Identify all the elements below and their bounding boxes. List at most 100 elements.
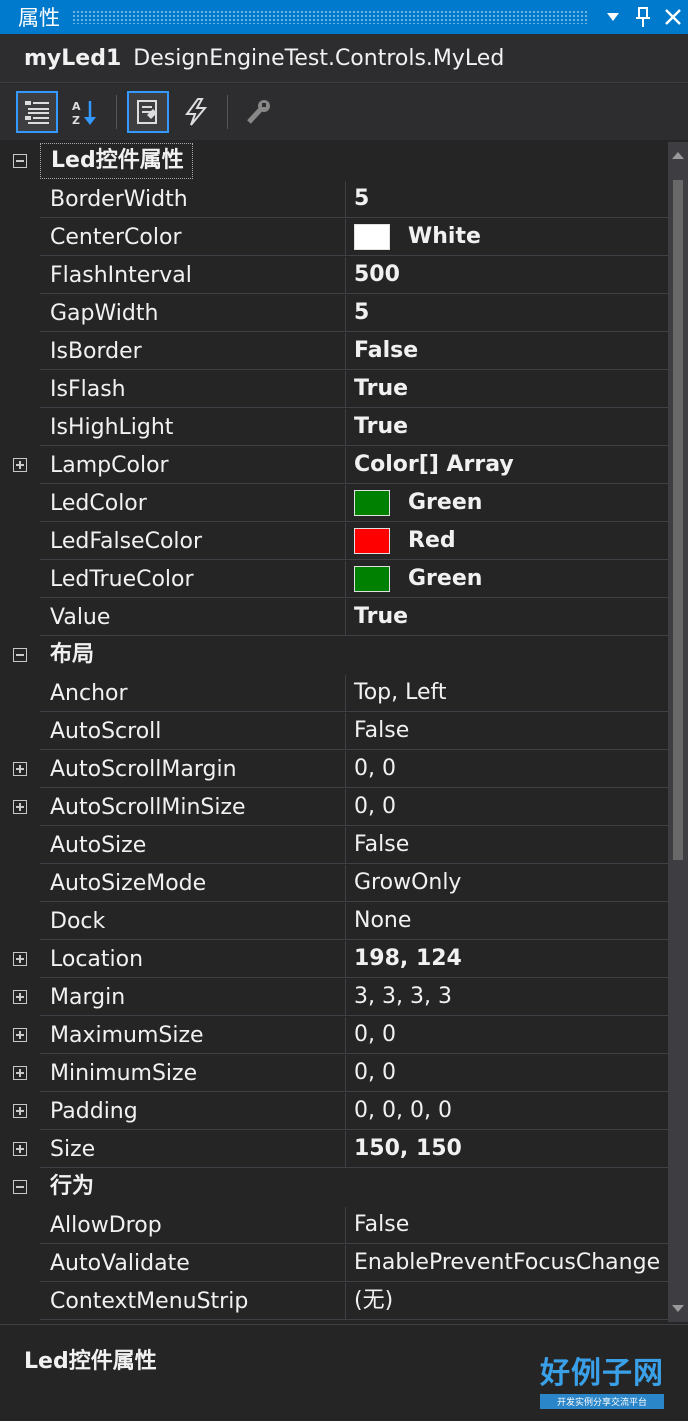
expand-icon[interactable] [13, 1028, 27, 1042]
scroll-up-icon[interactable] [672, 152, 684, 159]
scroll-thumb[interactable] [673, 180, 683, 860]
property-value[interactable]: False [346, 827, 668, 864]
property-value[interactable]: True [346, 409, 668, 446]
property-row[interactable]: LedTrueColor Green [0, 560, 668, 598]
alphabetical-button[interactable]: A Z [64, 91, 106, 133]
property-row[interactable]: Value True [0, 598, 668, 636]
property-row[interactable]: Padding 0, 0, 0, 0 [0, 1092, 668, 1130]
property-row[interactable]: LedColor Green [0, 484, 668, 522]
property-name[interactable]: Padding [40, 1092, 346, 1130]
expand-icon[interactable] [13, 1066, 27, 1080]
property-row[interactable]: IsFlash True [0, 370, 668, 408]
property-value[interactable]: Color[] Array [346, 447, 668, 484]
property-row[interactable]: AutoScroll False [0, 712, 668, 750]
property-value[interactable]: (无) [346, 1283, 668, 1320]
property-value[interactable]: 5 [346, 181, 668, 218]
property-value[interactable]: 0, 0, 0, 0 [346, 1093, 668, 1130]
property-name[interactable]: LedFalseColor [40, 522, 346, 560]
vertical-scrollbar[interactable] [668, 142, 688, 1322]
property-value[interactable]: 3, 3, 3, 3 [346, 979, 668, 1016]
property-value[interactable]: None [346, 903, 668, 940]
property-name[interactable]: MaximumSize [40, 1016, 346, 1054]
property-name[interactable]: IsBorder [40, 332, 346, 370]
property-value[interactable]: Green [346, 485, 668, 522]
property-row[interactable]: AutoSizeMode GrowOnly [0, 864, 668, 902]
property-row[interactable]: Anchor Top, Left [0, 674, 668, 712]
property-value[interactable]: False [346, 713, 668, 750]
property-name[interactable]: Dock [40, 902, 346, 940]
panel-title-bar[interactable]: 属性 [0, 0, 688, 34]
property-name[interactable]: Size [40, 1130, 346, 1168]
property-name[interactable]: AutoSize [40, 826, 346, 864]
triangle-down-icon[interactable] [598, 0, 628, 34]
property-value[interactable]: False [346, 1207, 668, 1244]
events-button[interactable] [175, 91, 217, 133]
property-name[interactable]: LedColor [40, 484, 346, 522]
property-name[interactable]: CenterColor [40, 218, 346, 256]
expand-icon[interactable] [13, 458, 27, 472]
property-row[interactable]: GapWidth 5 [0, 294, 668, 332]
category-row[interactable]: Led控件属性 [0, 142, 668, 180]
property-row[interactable]: AutoScrollMinSize 0, 0 [0, 788, 668, 826]
expand-icon[interactable] [13, 800, 27, 814]
property-row[interactable]: AutoSize False [0, 826, 668, 864]
property-pages-button[interactable] [238, 91, 280, 133]
property-row[interactable]: LampColor Color[] Array [0, 446, 668, 484]
property-value[interactable]: False [346, 333, 668, 370]
property-row[interactable]: Margin 3, 3, 3, 3 [0, 978, 668, 1016]
property-name[interactable]: Anchor [40, 674, 346, 712]
properties-button[interactable] [127, 91, 169, 133]
categorized-button[interactable] [16, 91, 58, 133]
property-name[interactable]: AutoScrollMinSize [40, 788, 346, 826]
property-name[interactable]: IsHighLight [40, 408, 346, 446]
object-selector[interactable]: myLed1 DesignEngineTest.Controls.MyLed [0, 34, 688, 83]
collapse-icon[interactable] [13, 648, 27, 662]
property-value[interactable]: 198, 124 [346, 941, 668, 978]
property-value[interactable]: 0, 0 [346, 1017, 668, 1054]
property-row[interactable]: Dock None [0, 902, 668, 940]
scroll-down-icon[interactable] [672, 1305, 684, 1312]
property-row[interactable]: AutoScrollMargin 0, 0 [0, 750, 668, 788]
property-row[interactable]: BorderWidth 5 [0, 180, 668, 218]
property-row[interactable]: ContextMenuStrip (无) [0, 1282, 668, 1320]
property-name[interactable]: FlashInterval [40, 256, 346, 294]
pin-icon[interactable] [628, 0, 658, 34]
property-name[interactable]: Location [40, 940, 346, 978]
property-grid[interactable]: Led控件属性 BorderWidth 5 CenterColor White Flash… [0, 142, 668, 1322]
property-row[interactable]: LedFalseColor Red [0, 522, 668, 560]
property-name[interactable]: AutoValidate [40, 1244, 346, 1282]
close-icon[interactable] [658, 0, 688, 34]
category-row[interactable]: 行为 [0, 1168, 668, 1206]
property-value[interactable]: EnablePreventFocusChange [346, 1245, 668, 1282]
expand-icon[interactable] [13, 1142, 27, 1156]
property-value[interactable]: 5 [346, 295, 668, 332]
expand-icon[interactable] [13, 990, 27, 1004]
property-value[interactable]: White [346, 219, 668, 256]
property-row[interactable]: AutoValidate EnablePreventFocusChange [0, 1244, 668, 1282]
property-name[interactable]: LampColor [40, 446, 346, 484]
property-row[interactable]: IsBorder False [0, 332, 668, 370]
property-value[interactable]: GrowOnly [346, 865, 668, 902]
property-row[interactable]: IsHighLight True [0, 408, 668, 446]
property-name[interactable]: Value [40, 598, 346, 636]
property-value[interactable]: True [346, 371, 668, 408]
property-row[interactable]: CenterColor White [0, 218, 668, 256]
property-value[interactable]: 0, 0 [346, 789, 668, 826]
property-row[interactable]: FlashInterval 500 [0, 256, 668, 294]
property-row[interactable]: Location 198, 124 [0, 940, 668, 978]
property-name[interactable]: Margin [40, 978, 346, 1016]
property-name[interactable]: AutoScrollMargin [40, 750, 346, 788]
property-value[interactable]: 150, 150 [346, 1131, 668, 1168]
property-row[interactable]: AllowDrop False [0, 1206, 668, 1244]
collapse-icon[interactable] [13, 1180, 27, 1194]
drag-grip[interactable] [72, 10, 588, 24]
property-name[interactable]: AutoScroll [40, 712, 346, 750]
expand-icon[interactable] [13, 1104, 27, 1118]
property-row[interactable]: Size 150, 150 [0, 1130, 668, 1168]
property-name[interactable]: ContextMenuStrip [40, 1282, 346, 1320]
property-value[interactable]: Green [346, 561, 668, 598]
expand-icon[interactable] [13, 762, 27, 776]
property-name[interactable]: AutoSizeMode [40, 864, 346, 902]
property-value[interactable]: 500 [346, 257, 668, 294]
property-value[interactable]: Top, Left [346, 675, 668, 712]
